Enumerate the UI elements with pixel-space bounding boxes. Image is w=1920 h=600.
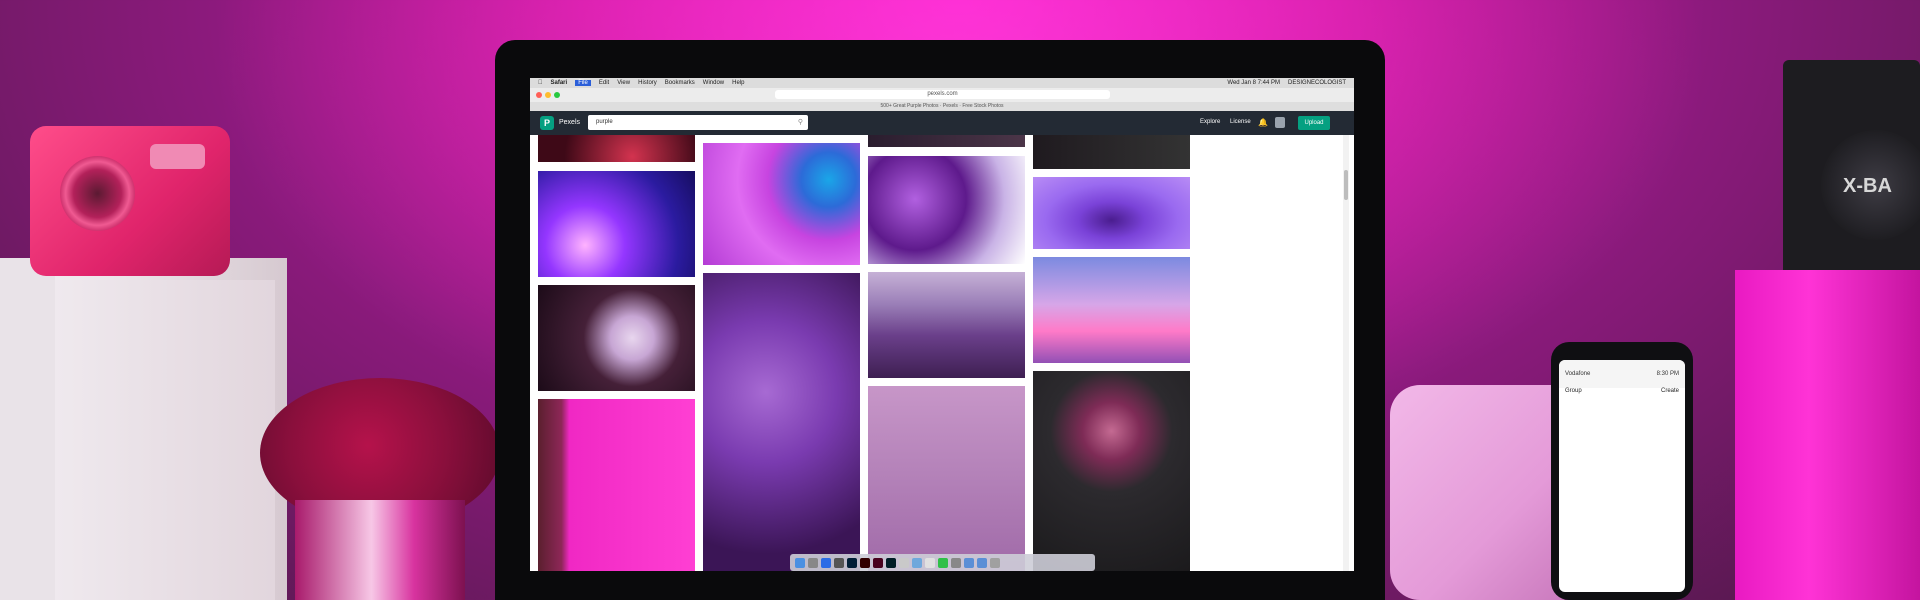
camera-lens [60,156,135,231]
photo-dark-flower[interactable] [1033,371,1190,571]
phone-carrier: Vodafone [1565,371,1591,377]
monitor-chin [495,571,1385,600]
folder-icon[interactable] [964,557,974,568]
phone-status-bar: Vodafone 8:30 PM [1559,360,1685,388]
photo-top-strip[interactable] [868,135,1025,147]
zoom-button[interactable] [554,92,560,98]
pink-box [1735,270,1920,600]
chrome-icon[interactable] [899,557,909,568]
upload-button[interactable]: Upload [1298,116,1330,130]
app-icon[interactable] [912,557,922,568]
indesign-icon[interactable] [873,557,883,568]
photo-pink-wall[interactable] [538,399,695,571]
photo-balloons[interactable] [868,156,1025,264]
lightroom-icon[interactable] [886,557,896,568]
folder-icon[interactable] [977,557,987,568]
menubar-clock[interactable]: Wed Jan 8 7:44 PM [1227,80,1280,86]
search-icon[interactable]: ⚲ [798,115,803,130]
color-picker-fade [1567,408,1677,578]
site-header: P Pexels purple ⚲ Explore License 🔔 Uplo… [530,111,1354,135]
cabinet-side [0,258,55,600]
photo-fiber-optic[interactable] [538,171,695,277]
menu-window[interactable]: Window [703,80,724,86]
browser-toolbar: pexels.com [530,88,1354,103]
app-icon[interactable] [834,557,844,568]
menubar-user[interactable]: DESIGNECOLOGIST [1288,80,1346,86]
speaker: X-BA [1783,60,1920,285]
window-controls [536,92,560,98]
menu-file[interactable]: File [575,80,591,86]
messages-icon[interactable] [938,557,948,568]
photo-water-drop[interactable] [1033,177,1190,249]
speaker-label: X-BA [1843,175,1892,197]
apple-icon[interactable]:  [538,80,543,86]
address-bar[interactable]: pexels.com [775,90,1110,99]
monitor:  Safari File Edit View History Bookmark… [495,40,1385,600]
menu-bookmarks[interactable]: Bookmarks [665,80,695,86]
avatar[interactable] [1275,117,1285,128]
scrollbar[interactable] [1343,135,1349,571]
pexels-logo-icon[interactable]: P [540,116,554,130]
trash-icon[interactable] [990,557,1000,568]
photo-grid [530,135,1354,571]
vase [295,500,465,600]
menu-view[interactable]: View [617,80,630,86]
bell-icon[interactable]: 🔔 [1258,118,1268,127]
photo-purple-smoke[interactable] [703,143,860,265]
photo-daisy[interactable] [538,285,695,391]
cabinet-front [55,280,275,600]
scroll-thumb[interactable] [1344,170,1348,200]
mac-menubar:  Safari File Edit View History Bookmark… [530,78,1354,88]
phone-title: Group [1565,388,1582,394]
menu-history[interactable]: History [638,80,657,86]
photoshop-icon[interactable] [847,557,857,568]
mac-dock [790,554,1095,571]
photo-red-bokeh[interactable] [538,135,695,162]
menu-help[interactable]: Help [732,80,744,86]
close-button[interactable] [536,92,542,98]
search-value: purple [596,119,613,125]
photo-purple-flowers[interactable] [703,273,860,571]
photo-dark-strip[interactable] [1033,135,1190,169]
phone-time: 8:30 PM [1656,371,1679,377]
nav-explore[interactable]: Explore [1200,119,1220,125]
finder-icon[interactable] [795,557,805,568]
photo-allium-field[interactable] [868,272,1025,378]
phone-screen: Vodafone 8:30 PM Group Create [1559,360,1685,592]
instant-camera [30,126,230,276]
app-icon[interactable] [951,557,961,568]
photo-sunset-birds[interactable] [1033,257,1190,363]
nav-license[interactable]: License [1230,119,1251,125]
app-icon[interactable] [925,557,935,568]
safari-icon[interactable] [821,557,831,568]
monitor-screen:  Safari File Edit View History Bookmark… [530,78,1354,571]
phone-action[interactable]: Create [1661,388,1679,402]
brand-name[interactable]: Pexels [559,119,580,126]
menu-app-name[interactable]: Safari [551,80,568,86]
menu-edit[interactable]: Edit [599,80,609,86]
photo-purple-house[interactable] [868,386,1025,571]
minimize-button[interactable] [545,92,551,98]
camera-flash [150,144,205,169]
search-input[interactable]: purple ⚲ [588,115,808,130]
illustrator-icon[interactable] [860,557,870,568]
launchpad-icon[interactable] [808,557,818,568]
tab-title[interactable]: 500+ Great Purple Photos · Pexels · Free… [530,102,1354,111]
smartphone: Vodafone 8:30 PM Group Create [1551,342,1693,600]
